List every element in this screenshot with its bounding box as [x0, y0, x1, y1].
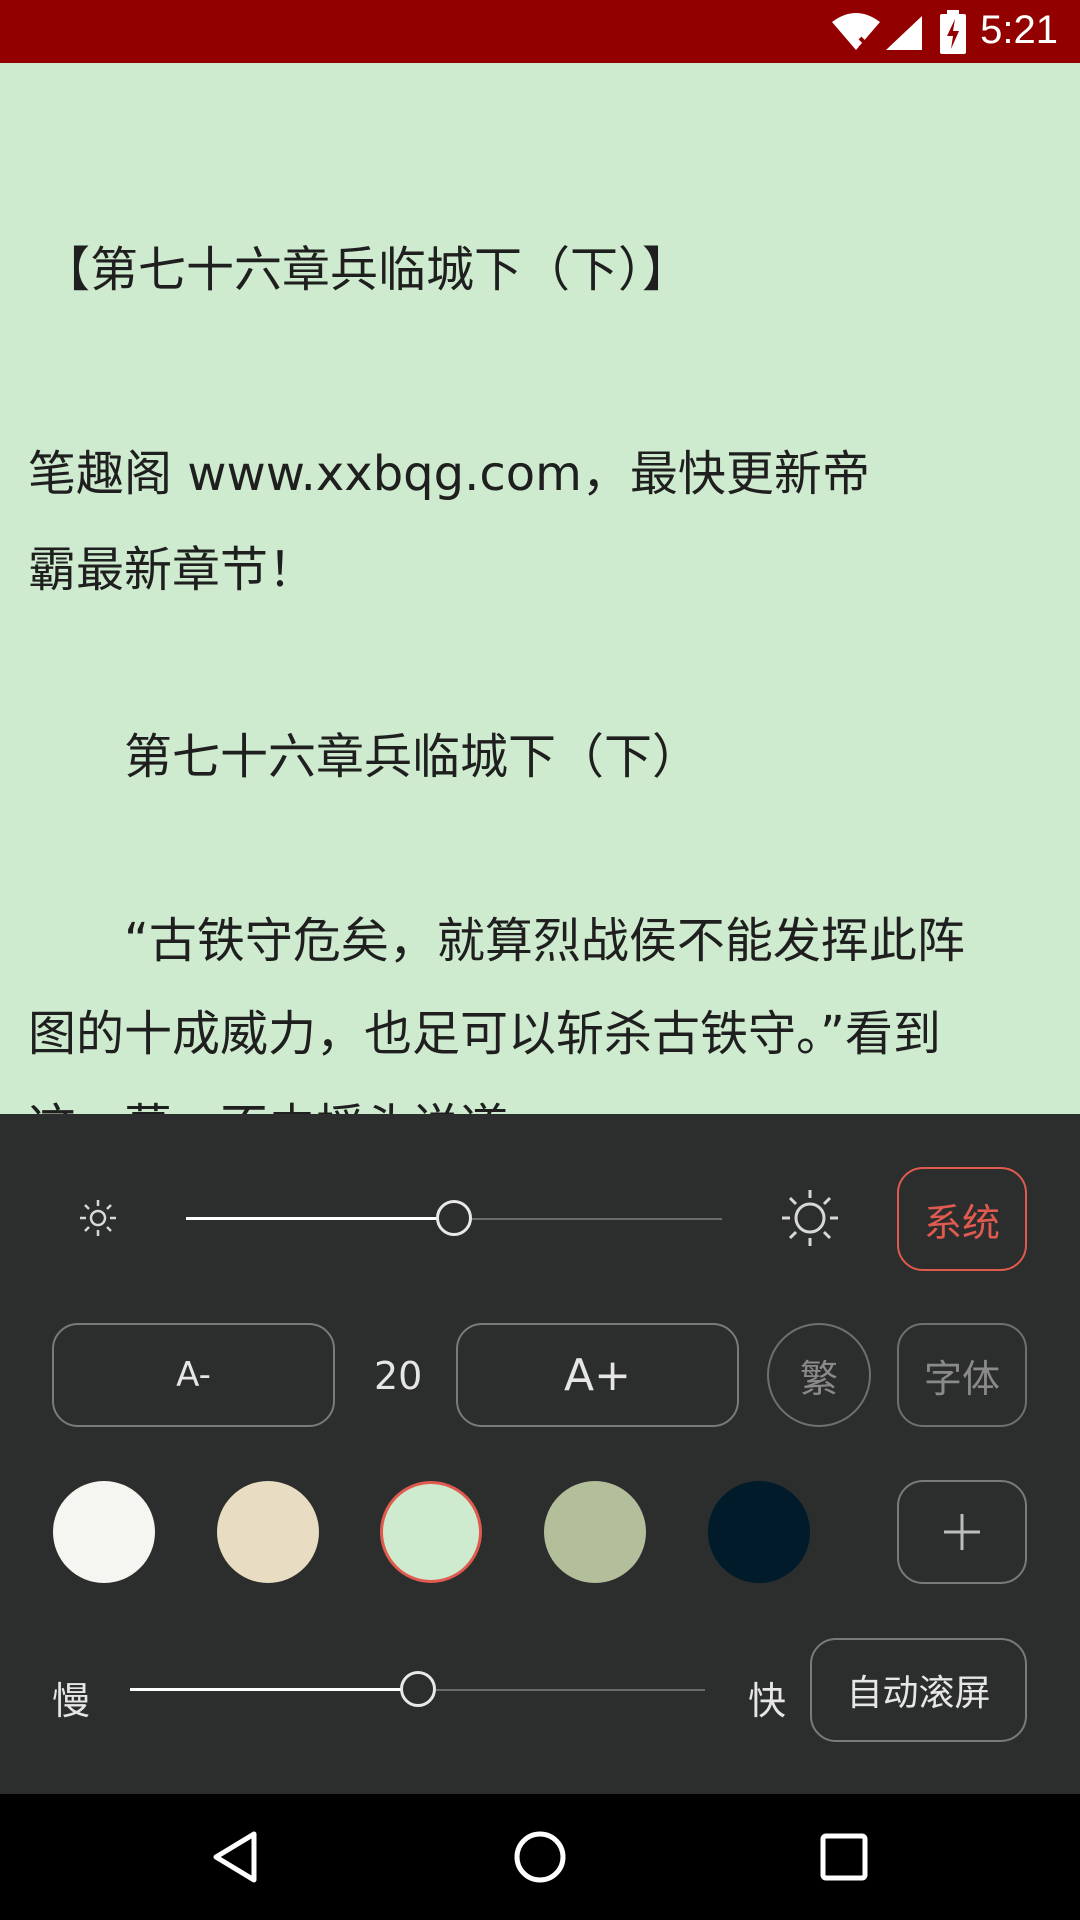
wifi-icon: [832, 13, 880, 50]
theme-color-olive[interactable]: [544, 1481, 646, 1583]
chapter-title: 第七十六章兵临城下（下）: [28, 729, 701, 785]
slow-label: 慢: [52, 1679, 91, 1723]
sun-large-icon: [782, 1190, 838, 1246]
system-navigation-bar: [0, 1794, 1080, 1920]
status-bar: 5:21: [0, 0, 1080, 63]
fast-label: 快: [748, 1679, 787, 1723]
reader-content[interactable]: 【第七十六章兵临城下（下）】 笔趣阁 www.xxbqg.com，最快更新帝 霸…: [0, 63, 1080, 1114]
signal-icon: [886, 16, 922, 50]
home-icon[interactable]: [512, 1829, 568, 1885]
scroll-speed-slider-thumb[interactable]: [399, 1671, 436, 1707]
back-icon[interactable]: [210, 1830, 260, 1884]
theme-color-navy[interactable]: [708, 1481, 810, 1583]
font-typeface-button[interactable]: 字体: [897, 1323, 1027, 1427]
traditional-chinese-button[interactable]: 繁: [767, 1323, 871, 1427]
plus-icon: [944, 1514, 980, 1550]
sun-small-icon: [80, 1200, 116, 1236]
font-increase-button[interactable]: A+: [456, 1323, 739, 1427]
system-brightness-button[interactable]: 系统: [897, 1167, 1027, 1271]
theme-color-white[interactable]: [53, 1481, 155, 1583]
text-line: “古铁守危矣，就算烈战侯不能发挥此阵: [28, 913, 965, 969]
chapter-heading: 【第七十六章兵临城下（下）】: [42, 242, 691, 298]
text-line: 霸最新章节！: [28, 542, 317, 598]
font-decrease-button[interactable]: A-: [52, 1323, 335, 1427]
brightness-slider-thumb[interactable]: [436, 1200, 472, 1236]
font-size-value: 20: [374, 1354, 423, 1398]
text-line: 这一幕，不由摇头说道。: [28, 1087, 556, 1114]
recents-icon[interactable]: [819, 1832, 869, 1882]
theme-color-beige[interactable]: [217, 1481, 319, 1583]
add-theme-button[interactable]: [897, 1480, 1027, 1584]
auto-scroll-button[interactable]: 自动滚屏: [810, 1638, 1027, 1742]
text-line: 图的十成威力，也足可以斩杀古铁守。”看到: [28, 1006, 941, 1062]
reading-settings-panel: 系统 A- 20 A+ 繁 字体 慢 快 自动滚屏: [0, 1114, 1080, 1794]
text-line: 笔趣阁 www.xxbqg.com，最快更新帝: [28, 446, 870, 502]
theme-color-green[interactable]: [380, 1481, 482, 1583]
clock: 5:21: [980, 8, 1058, 52]
battery-charging-icon: [940, 10, 966, 54]
